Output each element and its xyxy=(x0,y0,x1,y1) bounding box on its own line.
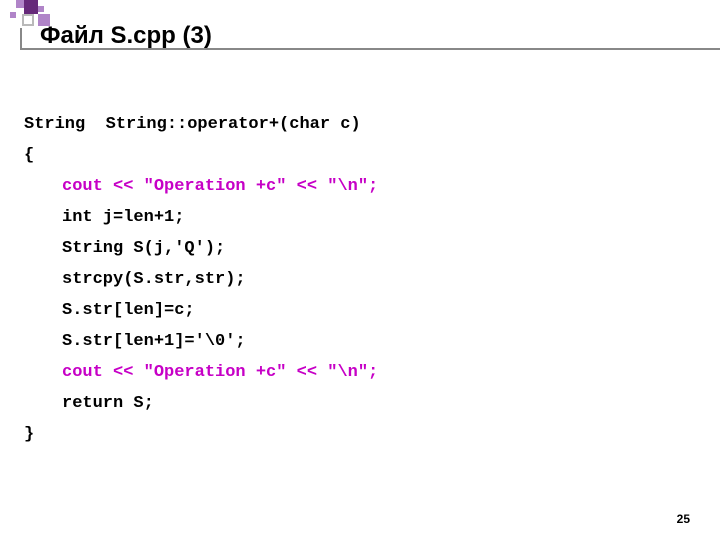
code-line: } xyxy=(24,425,34,444)
code-line: int j=len+1; xyxy=(24,202,184,233)
code-line: cout << "Operation +c" << "\n"; xyxy=(24,357,378,388)
code-line: S.str[len+1]='\0'; xyxy=(24,326,246,357)
code-block: String String::operator+(char c) { cout … xyxy=(24,78,378,450)
code-line: String S(j,'Q'); xyxy=(24,233,225,264)
page-title: Файл S.cpp (3) xyxy=(40,22,212,50)
code-line: cout << "Operation +c" << "\n"; xyxy=(24,171,378,202)
code-line: { xyxy=(24,146,34,165)
code-line: return S; xyxy=(24,388,154,419)
code-line: String String::operator+(char c) xyxy=(24,115,361,134)
page-number: 25 xyxy=(677,512,690,526)
code-line: strcpy(S.str,str); xyxy=(24,264,246,295)
code-line: S.str[len]=c; xyxy=(24,295,195,326)
